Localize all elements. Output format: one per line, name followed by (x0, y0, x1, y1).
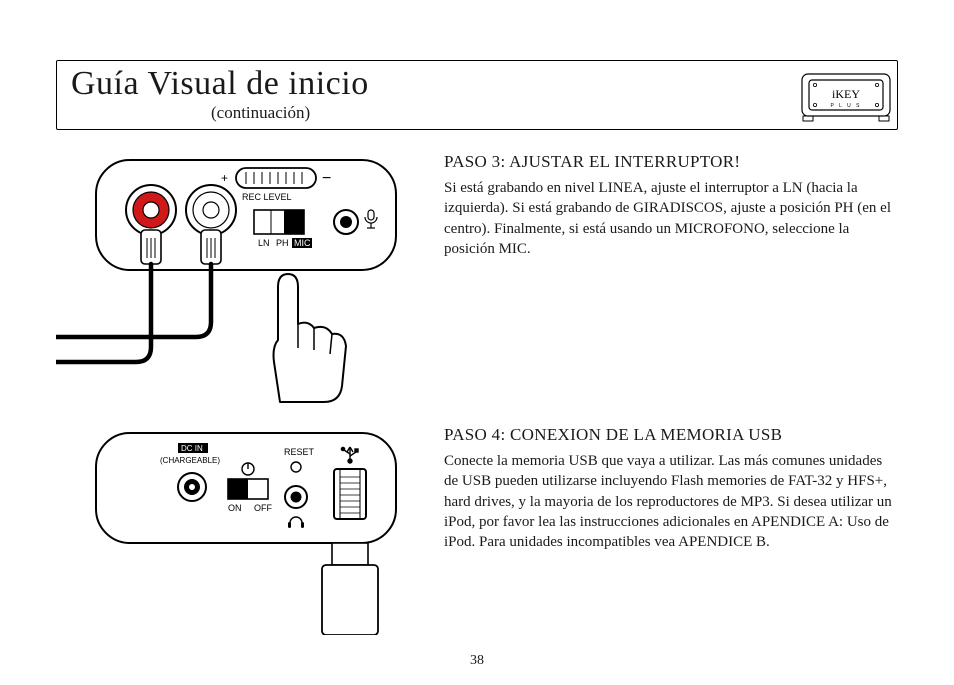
header-box: Guía Visual de inicio (continuación) iKE… (56, 60, 898, 130)
step-4-row: DC IN (CHARGEABLE) ON OFF (56, 425, 898, 635)
content-area: + − REC LEVEL (56, 152, 898, 635)
manual-page: Guía Visual de inicio (continuación) iKE… (0, 0, 954, 685)
svg-text:DC IN: DC IN (181, 444, 203, 453)
page-title: Guía Visual de inicio (71, 61, 897, 101)
ln-label: LN (258, 238, 270, 248)
step-4-text: PASO 4: CONEXION DE LA MEMORIA USB Conec… (444, 425, 898, 635)
usb-stick-icon (322, 543, 378, 635)
on-label: ON (228, 503, 242, 513)
chargeable-label: (CHARGEABLE) (160, 456, 220, 465)
step-3-illustration: + − REC LEVEL (56, 152, 416, 407)
svg-text:+: + (221, 171, 228, 185)
mode-switch-icon: LN PH MIC (254, 210, 312, 248)
step-3-heading: PASO 3: AJUSTAR EL INTERRUPTOR! (444, 152, 898, 172)
off-label: OFF (254, 503, 272, 513)
reset-label: RESET (284, 447, 315, 457)
step-3-text: PASO 3: AJUSTAR EL INTERRUPTOR! Si está … (444, 152, 898, 407)
step-4-heading: PASO 4: CONEXION DE LA MEMORIA USB (444, 425, 898, 445)
hand-pointing-icon (274, 274, 347, 402)
brand-logo: iKEY P L U S (801, 68, 891, 128)
step-4-illustration: DC IN (CHARGEABLE) ON OFF (56, 425, 416, 635)
ph-label: PH (276, 238, 289, 248)
page-number: 38 (0, 653, 954, 669)
step-3-body: Si está grabando en nivel LINEA, ajuste … (444, 178, 898, 259)
step-3-row: + − REC LEVEL (56, 152, 898, 407)
mic-label: MIC (294, 238, 311, 248)
logo-brand-text: iKEY (832, 87, 860, 101)
logo-sub-text: P L U S (831, 103, 862, 109)
svg-text:−: − (322, 170, 331, 187)
page-subtitle: (continuación) (71, 101, 897, 123)
rec-level-label: REC LEVEL (242, 192, 292, 202)
step-4-body: Conecte la memoria USB que vaya a utiliz… (444, 451, 898, 552)
